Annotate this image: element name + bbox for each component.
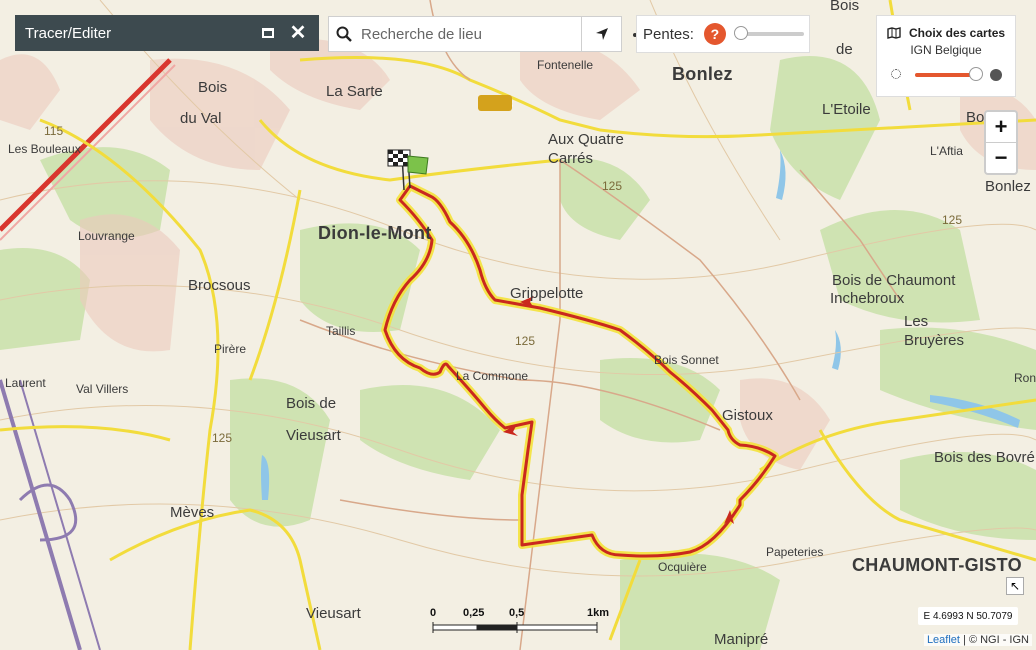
zoom-in-button[interactable]: +: [986, 112, 1016, 143]
place-label: Pirère: [214, 342, 246, 356]
opacity-knob[interactable]: [969, 67, 983, 81]
attribution-text: | © NGI - IGN: [959, 634, 1029, 646]
place-label: L'Etoile: [822, 101, 871, 118]
road-number-badge: [478, 95, 512, 111]
place-label: Bonlez: [985, 178, 1031, 195]
opacity-slider[interactable]: [877, 65, 1015, 85]
place-label: 125: [212, 431, 232, 445]
scale-label: 1km: [587, 607, 610, 619]
maximize-icon: [262, 28, 274, 38]
map-icon: [887, 27, 901, 39]
place-label: Papeteries: [766, 545, 823, 559]
locate-button[interactable]: [582, 16, 622, 52]
slopes-toggle[interactable]: [733, 26, 804, 40]
place-label: Ron: [1014, 371, 1036, 385]
place-label: Les: [904, 313, 928, 330]
map-choice-panel: Choix des cartes IGN Belgique: [876, 15, 1016, 97]
place-label: Bois: [198, 79, 227, 96]
place-label: L'Aftia: [930, 144, 963, 158]
place-label: Ocquière: [658, 560, 707, 574]
help-button[interactable]: ?: [703, 23, 726, 45]
map-choice-selected[interactable]: IGN Belgique: [877, 43, 1015, 57]
place-label: La Commone: [456, 369, 528, 383]
place-label: Gistoux: [722, 407, 773, 424]
opacity-max-icon: [990, 69, 1002, 81]
scale-label: 0,5: [509, 607, 525, 619]
place-label: Taillis: [326, 324, 355, 338]
place-label: Bois Sonnet: [654, 353, 719, 367]
close-button[interactable]: ✕: [287, 22, 309, 44]
place-label: Dion-le-Mont: [318, 223, 432, 243]
map-choice-title: Choix des cartes: [909, 26, 1006, 40]
opacity-min-icon: [891, 69, 901, 79]
place-label: Fontenelle: [537, 58, 593, 72]
place-label: Louvrange: [78, 229, 135, 243]
place-label: Bois des Bovré: [934, 449, 1035, 466]
place-label: Vieusart: [306, 605, 362, 622]
map-canvas[interactable]: Bois du Val La Sarte Fontenelle Bonlez Les Bo…: [0, 0, 1036, 650]
place-label: Grippelotte: [510, 285, 583, 302]
scale-label: 0,25: [463, 607, 485, 619]
place-label: Aux Quatre: [548, 131, 624, 148]
scale-bar: 0 0,25 0,5 1km: [427, 607, 609, 639]
place-label: Inchebroux: [830, 290, 905, 307]
opacity-track[interactable]: [915, 73, 977, 77]
place-label: de: [836, 41, 853, 58]
scale-ruler: [432, 622, 598, 633]
maximize-button[interactable]: [257, 22, 279, 44]
place-label: Carrés: [548, 150, 593, 167]
place-label: 115: [44, 124, 63, 138]
tracer-panel: Tracer/Editer ✕: [15, 15, 319, 51]
place-label: Bois: [830, 0, 859, 14]
place-label: Bonlez: [672, 64, 733, 84]
attribution: Leaflet | © NGI - IGN: [923, 634, 1032, 646]
place-label: Les Bouleaux: [8, 142, 81, 156]
place-label: 125: [942, 213, 962, 227]
place-label: La Sarte: [326, 83, 383, 100]
close-icon: ✕: [289, 22, 307, 44]
place-label: Mèves: [170, 504, 214, 521]
leaflet-link[interactable]: Leaflet: [927, 634, 960, 646]
zoom-control: + −: [984, 110, 1018, 175]
search-input[interactable]: [359, 24, 573, 44]
place-label: Manipré: [714, 631, 768, 648]
scale-label: 0: [430, 607, 437, 619]
toggle-knob[interactable]: [733, 26, 748, 40]
slopes-label: Pentes:: [643, 25, 694, 43]
zoom-out-button[interactable]: −: [986, 143, 1016, 173]
expand-icon[interactable]: ↖: [1006, 577, 1024, 595]
place-label: Bois de Chaumont: [832, 272, 956, 289]
cursor-coordinates: E 4.6993 N 50.7079: [918, 607, 1018, 625]
locate-arrow-icon: [595, 28, 608, 40]
place-label: 125: [602, 179, 622, 193]
panel-title: Tracer/Editer: [25, 24, 112, 42]
place-label: du Val: [180, 110, 221, 127]
map-choice-header[interactable]: Choix des cartes: [877, 16, 1015, 40]
location-search: [328, 16, 582, 52]
place-label: Bois de: [286, 395, 336, 412]
place-label: CHAUMONT-GISTO: [852, 555, 1022, 575]
search-icon[interactable]: [329, 26, 359, 42]
slopes-control: Pentes: ?: [636, 15, 810, 53]
place-label: Val Villers: [76, 382, 128, 396]
place-label: Vieusart: [286, 427, 342, 444]
place-label: Bruyères: [904, 332, 964, 349]
place-label: Brocsous: [188, 277, 251, 294]
place-label: 125: [515, 334, 535, 348]
place-label: Laurent: [5, 376, 46, 390]
